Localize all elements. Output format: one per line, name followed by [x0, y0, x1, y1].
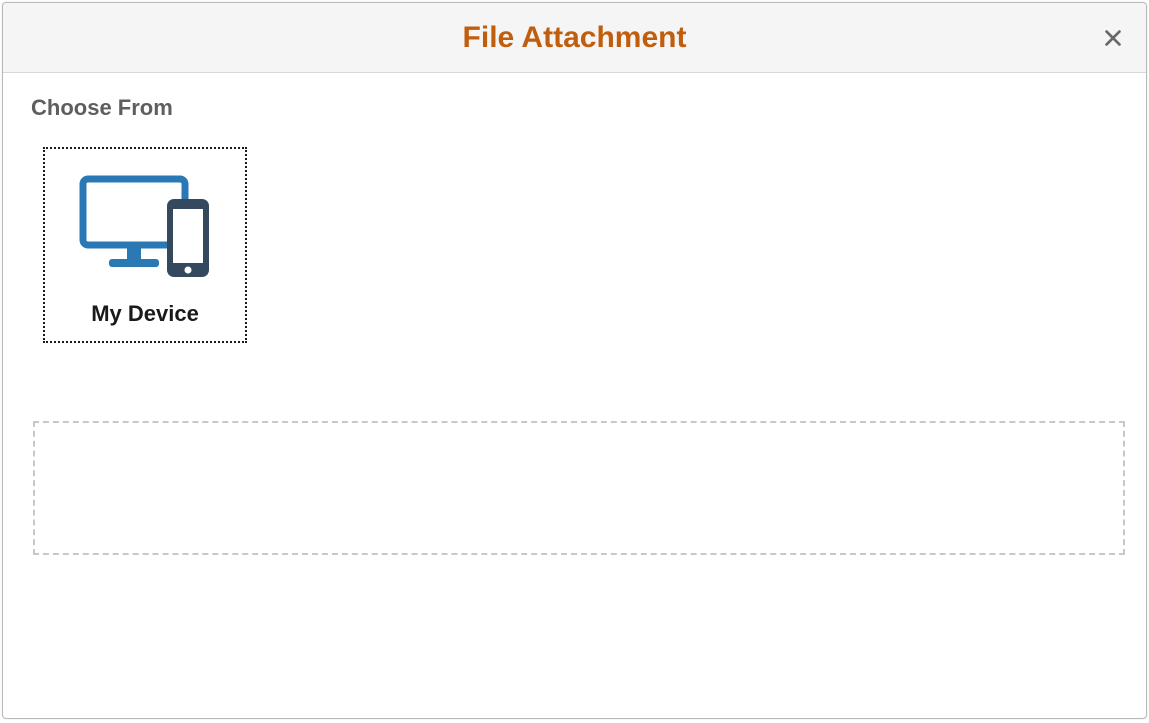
- dialog-body: Choose From: [3, 73, 1146, 718]
- device-icon: [75, 163, 215, 293]
- choose-from-label: Choose From: [31, 95, 1118, 121]
- dialog-title: File Attachment: [463, 21, 687, 55]
- file-attachment-dialog: File Attachment Choose From: [2, 2, 1147, 719]
- dialog-header: File Attachment: [3, 3, 1146, 73]
- my-device-option[interactable]: My Device: [43, 147, 247, 343]
- close-icon: [1102, 27, 1124, 49]
- my-device-label: My Device: [91, 301, 199, 327]
- file-dropzone[interactable]: [33, 421, 1125, 555]
- source-options: My Device: [43, 147, 1118, 343]
- close-button[interactable]: [1098, 23, 1128, 53]
